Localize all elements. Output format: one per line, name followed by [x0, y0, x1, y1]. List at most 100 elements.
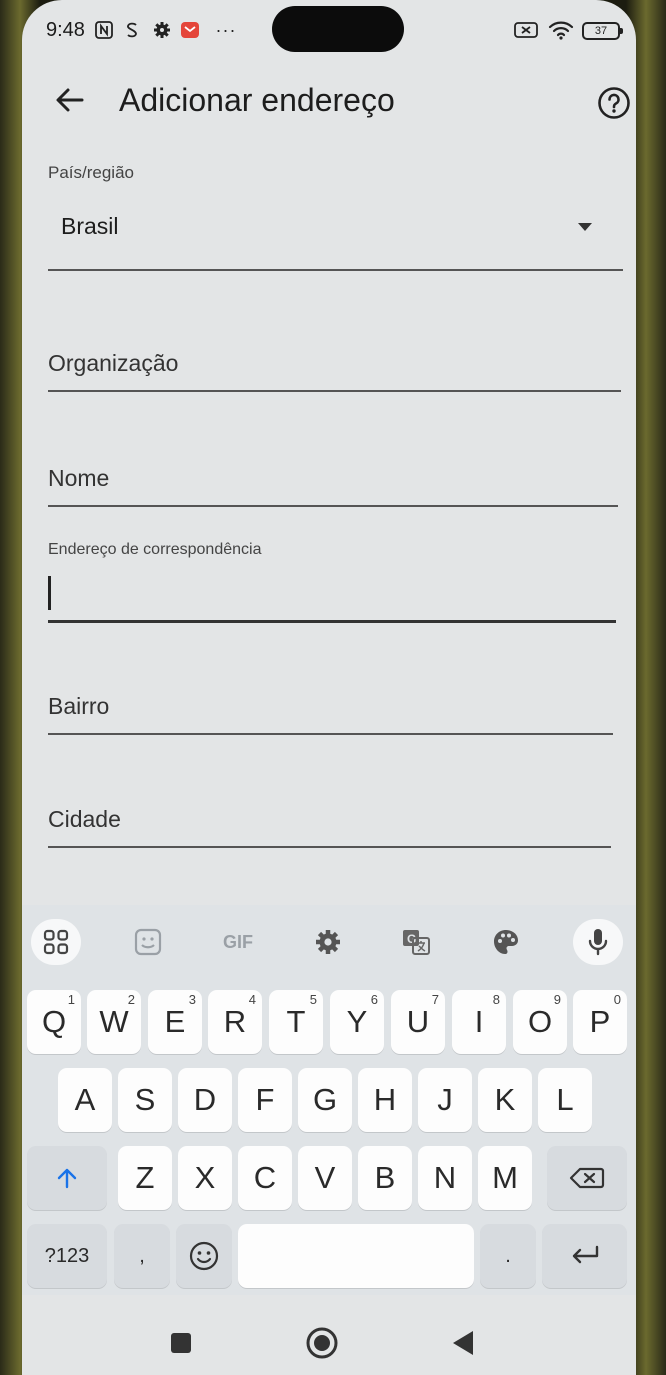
key-label: E — [164, 1004, 186, 1039]
wifi-icon — [548, 20, 574, 40]
key-l[interactable]: L — [538, 1068, 592, 1132]
key-a[interactable]: A — [58, 1068, 112, 1132]
palette-icon[interactable] — [480, 919, 532, 965]
key-label: T — [286, 1004, 306, 1039]
mic-icon[interactable] — [573, 919, 623, 965]
key-hint: 5 — [309, 992, 317, 1007]
name-underline — [48, 505, 618, 507]
backspace-key[interactable] — [547, 1146, 627, 1210]
settings-icon[interactable] — [302, 919, 354, 965]
key-hint: 2 — [127, 992, 135, 1007]
key-t[interactable]: T5 — [269, 990, 323, 1054]
key-j[interactable]: J — [418, 1068, 472, 1132]
key-c[interactable]: C — [238, 1146, 292, 1210]
key-hint: 1 — [67, 992, 75, 1007]
apps-icon[interactable] — [31, 919, 81, 965]
key-r[interactable]: R4 — [208, 990, 262, 1054]
home-icon[interactable] — [302, 1323, 342, 1363]
status-time: 9:48 — [46, 19, 85, 41]
key-n[interactable]: N — [418, 1146, 472, 1210]
city-placeholder: Cidade — [48, 806, 121, 832]
country-value: Brasil — [61, 213, 119, 239]
mail-icon — [180, 20, 200, 40]
key-label: P — [589, 1004, 611, 1039]
country-label: País/região — [48, 163, 134, 182]
text-cursor — [48, 576, 51, 610]
status-bar: 9:48 ··· 37 — [22, 0, 636, 62]
period-key[interactable]: . — [480, 1224, 536, 1288]
key-label: I — [474, 1004, 484, 1039]
key-d[interactable]: D — [178, 1068, 232, 1132]
key-i[interactable]: I8 — [452, 990, 506, 1054]
country-underline — [48, 269, 623, 271]
key-k[interactable]: K — [478, 1068, 532, 1132]
dropdown-arrow-icon[interactable] — [578, 223, 592, 231]
key-label: R — [223, 1004, 247, 1039]
key-hint: 8 — [492, 992, 500, 1007]
key-g[interactable]: G — [298, 1068, 352, 1132]
key-hint: 7 — [431, 992, 439, 1007]
key-f[interactable]: F — [238, 1068, 292, 1132]
back-arrow-icon[interactable] — [50, 80, 90, 120]
camera-notch — [272, 6, 404, 52]
gif-button[interactable]: GIF — [212, 919, 264, 965]
key-hint: 4 — [248, 992, 256, 1007]
phone-frame: 9:48 ··· 37 Adicionar endereço País/regi… — [0, 0, 666, 1375]
no-sim-icon — [514, 20, 538, 40]
key-label: O — [527, 1004, 553, 1039]
battery-icon: 37 — [582, 22, 623, 40]
key-m[interactable]: M — [478, 1146, 532, 1210]
neighborhood-placeholder: Bairro — [48, 693, 110, 719]
key-hint: 6 — [370, 992, 378, 1007]
symbols-key[interactable]: ?123 — [27, 1224, 107, 1288]
key-hint: 0 — [613, 992, 621, 1007]
key-x[interactable]: X — [178, 1146, 232, 1210]
address-label: Endereço de correspondência — [48, 541, 262, 558]
key-label: W — [99, 1004, 129, 1039]
screen: 9:48 ··· 37 Adicionar endereço País/regi… — [22, 0, 636, 1375]
back-icon[interactable] — [444, 1323, 484, 1363]
address-underline — [48, 620, 616, 623]
sticker-icon[interactable] — [122, 919, 174, 965]
key-s[interactable]: S — [118, 1068, 172, 1132]
page-title: Adicionar endereço — [119, 82, 395, 118]
key-v[interactable]: V — [298, 1146, 352, 1210]
nfc-icon — [94, 20, 114, 40]
name-placeholder: Nome — [48, 465, 110, 491]
enter-icon — [572, 1245, 598, 1264]
settings-icon — [152, 20, 172, 40]
organization-placeholder: Organização — [48, 350, 179, 376]
key-hint: 9 — [553, 992, 561, 1007]
shift-key[interactable] — [27, 1146, 107, 1210]
emoji-key[interactable] — [176, 1224, 232, 1288]
recents-icon[interactable] — [161, 1323, 201, 1363]
enter-key[interactable] — [542, 1224, 627, 1288]
navigation-bar — [22, 1295, 636, 1375]
key-hint: 3 — [188, 992, 196, 1007]
key-e[interactable]: E3 — [148, 990, 202, 1054]
comma-key[interactable]: , — [114, 1224, 170, 1288]
organization-underline — [48, 390, 621, 392]
space-key[interactable] — [238, 1224, 474, 1288]
key-w[interactable]: W2 — [87, 990, 141, 1054]
key-label: U — [406, 1004, 430, 1039]
more-icon: ··· — [215, 19, 237, 40]
key-o[interactable]: O9 — [513, 990, 567, 1054]
key-y[interactable]: Y6 — [330, 990, 384, 1054]
city-underline — [48, 846, 611, 848]
key-label: Y — [346, 1004, 368, 1039]
key-p[interactable]: P0 — [573, 990, 627, 1054]
backspace-icon — [569, 1167, 605, 1189]
key-h[interactable]: H — [358, 1068, 412, 1132]
key-b[interactable]: B — [358, 1146, 412, 1210]
help-icon[interactable] — [597, 86, 631, 120]
key-q[interactable]: Q1 — [27, 990, 81, 1054]
key-z[interactable]: Z — [118, 1146, 172, 1210]
key-label: Q — [41, 1004, 67, 1039]
keyboard: GIF G Q1 W2 E3 R4 T5 Y6 U7 I8 O9 P0 A S … — [22, 905, 636, 1295]
neighborhood-underline — [48, 733, 613, 735]
translate-icon[interactable]: G — [390, 919, 442, 965]
key-u[interactable]: U7 — [391, 990, 445, 1054]
emoji-icon — [189, 1241, 219, 1271]
shift-arrow-icon — [57, 1168, 77, 1189]
